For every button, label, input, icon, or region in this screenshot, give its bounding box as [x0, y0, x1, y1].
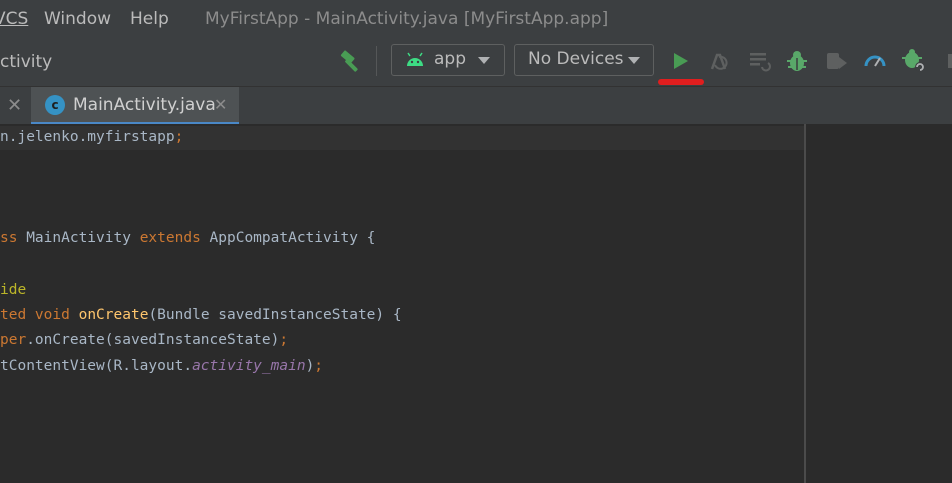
run-config-label: app — [434, 49, 466, 69]
hammer-build-icon[interactable] — [338, 48, 364, 74]
editor-tab-bar: ✕ c MainActivity.java ✕ — [0, 86, 952, 125]
breadcrumb-main-activity[interactable]: ctivity — [0, 52, 52, 72]
set-content-view-call: tContentView(R.layout. — [0, 358, 193, 374]
window-title: MyFirstApp - MainActivity.java [MyFirstA… — [205, 9, 609, 29]
package-name: n.jelenko.myfirstapp — [0, 129, 175, 145]
menu-bar: VCS Window Help MyFirstApp - MainActivit… — [0, 0, 952, 38]
class-name: MainActivity — [17, 230, 140, 246]
menu-help[interactable]: Help — [130, 9, 169, 29]
menu-vcs-label: VCS — [0, 9, 29, 29]
code-line-package: n.jelenko.myfirstapp; — [0, 129, 183, 145]
device-selector-label: No Devices — [528, 49, 624, 69]
chevron-down-icon — [478, 57, 490, 64]
code-line-super-call: per.onCreate(savedInstanceState); — [0, 332, 288, 348]
tab-main-activity-label: MainActivity.java — [73, 95, 216, 115]
apply-code-changes-icon[interactable] — [747, 48, 773, 74]
superclass: AppCompatActivity { — [200, 230, 376, 246]
close-icon[interactable]: ✕ — [7, 95, 22, 116]
run-button-red-underline — [658, 79, 704, 85]
device-selector-dropdown[interactable]: No Devices — [514, 44, 654, 76]
method-oncreate: onCreate — [78, 307, 149, 323]
keyword-extends: extends — [139, 230, 201, 246]
debug-icon[interactable] — [784, 48, 810, 74]
menu-window[interactable]: Window — [44, 9, 111, 29]
super-call: .onCreate(savedInstanceState) — [26, 332, 280, 348]
java-class-icon: c — [45, 95, 65, 115]
keyword-class: ss — [0, 230, 18, 246]
code-line-oncreate: ted void onCreate(Bundle savedInstanceSt… — [0, 307, 402, 323]
chevron-down-icon — [628, 57, 640, 64]
toolbar-separator — [376, 46, 377, 76]
code-line-set-content-view: tContentView(R.layout.activity_main); — [0, 358, 323, 374]
run-config-dropdown[interactable]: app — [391, 44, 505, 76]
keyword-super: per — [0, 332, 27, 348]
semicolon: ; — [279, 332, 289, 348]
close-icon[interactable]: ✕ — [214, 95, 227, 114]
semicolon: ; — [314, 358, 324, 374]
close-paren: ) — [305, 358, 315, 374]
code-editor[interactable]: n.jelenko.myfirstapp; ss MainActivity ex… — [0, 124, 952, 483]
code-line-annotation: ide — [0, 282, 26, 298]
attach-debugger-icon[interactable] — [824, 48, 850, 74]
menu-vcs[interactable]: VCS — [0, 9, 28, 29]
keyword-protected: ted — [0, 307, 27, 323]
apply-changes-icon[interactable] — [706, 48, 732, 74]
semicolon: ; — [174, 129, 184, 145]
profile-icon[interactable] — [862, 48, 888, 74]
android-icon — [405, 51, 425, 74]
method-params: (Bundle savedInstanceState) { — [148, 307, 402, 323]
run-icon[interactable] — [667, 48, 693, 74]
annotation-override: ide — [0, 282, 27, 298]
right-margin-guide — [804, 124, 806, 483]
stop-icon[interactable] — [940, 48, 952, 74]
code-line-class-decl: ss MainActivity extends AppCompatActivit… — [0, 230, 375, 246]
keyword-void: void — [26, 307, 79, 323]
layout-field: activity_main — [192, 358, 306, 374]
tab-main-activity[interactable]: c MainActivity.java ✕ — [31, 87, 239, 125]
main-toolbar: ctivity app No Devices — [0, 38, 952, 86]
attach-debug-process-icon[interactable] — [901, 48, 927, 74]
